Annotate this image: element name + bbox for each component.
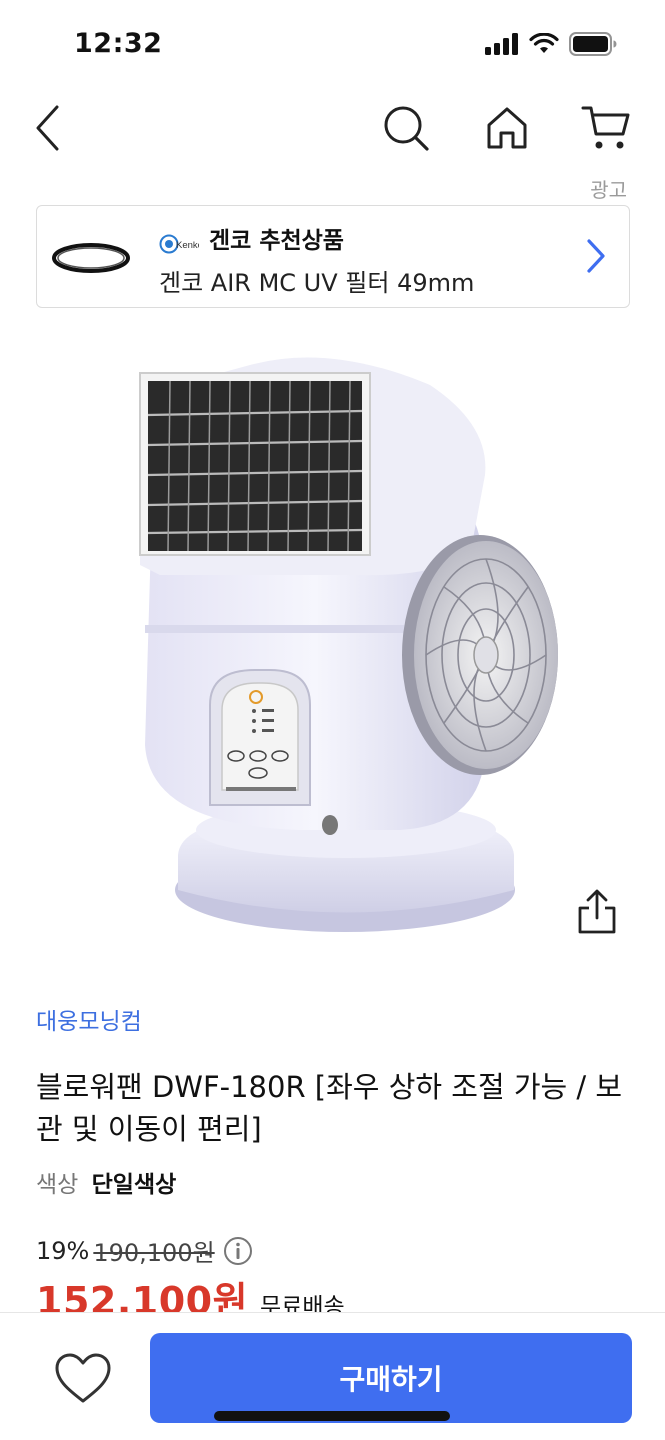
cart-button[interactable] (578, 100, 634, 156)
cart-icon (581, 106, 630, 149)
kenko-logo-text: Kenko (176, 240, 199, 251)
buy-button[interactable]: 구매하기 (150, 1333, 632, 1423)
search-button[interactable] (378, 100, 434, 156)
back-icon (36, 105, 59, 151)
ad-banner[interactable]: Kenko 겐코 추천상품 겐코 AIR MC UV 필터 49mm (36, 205, 630, 308)
info-icon[interactable] (223, 1236, 253, 1266)
back-button[interactable] (20, 100, 76, 156)
home-button[interactable] (479, 100, 535, 156)
option-value: 단일색상 (91, 1172, 177, 1198)
option-row: 색상 단일색상 (36, 1165, 176, 1199)
option-label: 색상 (36, 1172, 79, 1198)
chevron-right-icon (587, 239, 605, 273)
home-icon (487, 107, 527, 149)
discount-rate: 19% (36, 1236, 90, 1265)
nav-bar (0, 88, 665, 168)
heart-icon (55, 1353, 111, 1403)
search-icon (384, 106, 429, 151)
share-button[interactable] (576, 888, 618, 936)
product-image[interactable] (0, 325, 665, 965)
wifi-icon (529, 33, 559, 53)
battery-icon (569, 32, 617, 56)
home-indicator (214, 1411, 450, 1421)
wishlist-button[interactable] (52, 1351, 114, 1407)
kenko-logo: Kenko (159, 234, 199, 254)
ad-label: 광고 (590, 178, 627, 202)
ad-title: 겐코 추천상품 (209, 228, 344, 254)
ad-subtitle: 겐코 AIR MC UV 필터 49mm (159, 269, 475, 297)
status-bar: 12:32 (0, 0, 665, 88)
original-price: 190,100원 (93, 1239, 215, 1267)
share-icon (578, 889, 616, 934)
seller-link[interactable]: 대웅모닝컴 (36, 1002, 142, 1036)
ad-thumbnail-image (52, 243, 130, 273)
product-title: 블로워팬 DWF-180R [좌우 상하 조절 가능 / 보관 및 이동이 편리… (36, 1070, 623, 1146)
status-time: 12:32 (74, 28, 163, 59)
discount-row: 19% 190,100원 (36, 1233, 253, 1268)
signal-icon (485, 33, 518, 55)
status-icons (485, 32, 617, 56)
